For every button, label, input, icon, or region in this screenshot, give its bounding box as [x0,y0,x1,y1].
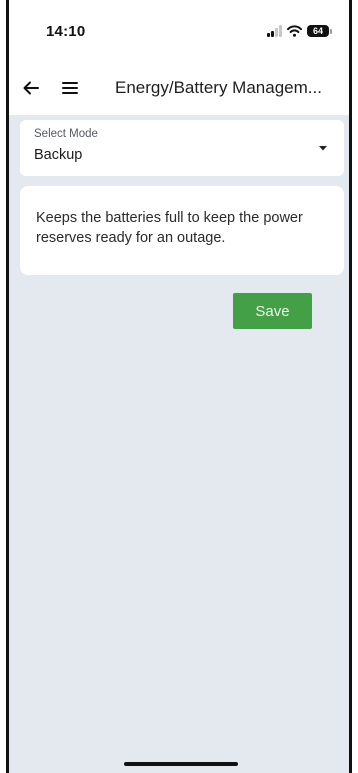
mode-select-label: Select Mode [34,128,98,140]
save-button[interactable]: Save [233,293,312,329]
battery-cap [330,28,332,34]
mode-select-dropdown[interactable]: Select Mode Backup [20,120,344,176]
status-icons: 64 [266,25,332,37]
arrow-back-icon[interactable] [21,78,41,98]
status-bar: 14:10 64 [9,0,349,60]
dropdown-arrow-icon [319,146,327,151]
battery-level: 64 [307,25,329,37]
page-title: Energy/Battery Managem... [115,78,322,97]
phone-frame: 14:10 64 Energy/Battery Managem... Selec… [6,0,352,773]
home-indicator [124,762,238,766]
wifi-icon [287,25,302,37]
mode-select-value: Backup [34,147,83,163]
app-bar: Energy/Battery Managem... [9,60,349,115]
mode-description-card: Keeps the batteries full to keep the pow… [20,186,344,275]
battery-icon: 64 [307,25,332,37]
main-content: Select Mode Backup Keeps the batteries f… [9,115,349,773]
device-screen: 14:10 64 Energy/Battery Managem... Selec… [0,0,358,773]
cellular-signal-icon [267,25,282,37]
hamburger-menu-icon[interactable] [61,79,79,97]
status-time: 14:10 [46,23,86,40]
mode-description-text: Keeps the batteries full to keep the pow… [36,210,303,246]
